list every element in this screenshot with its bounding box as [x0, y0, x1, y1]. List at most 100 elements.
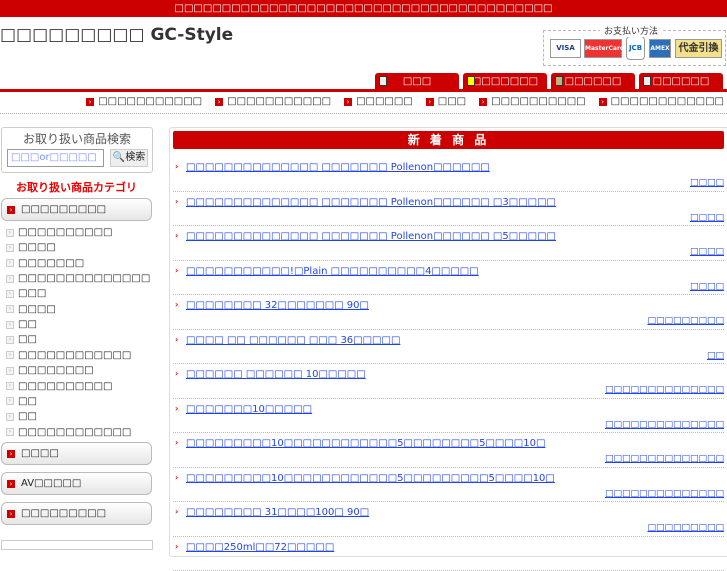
subcategory-link[interactable]: ›□□□□	[6, 304, 56, 315]
arrow-icon: ›	[175, 369, 178, 378]
arrow-icon: ›	[6, 413, 14, 421]
document-icon	[555, 76, 563, 86]
product-category-link[interactable]: □□□□□□□□□□□□□□	[605, 454, 724, 464]
mastercard-icon: MasterCard	[584, 39, 622, 58]
category-label: □□□□	[21, 448, 59, 459]
product-category-link[interactable]: □□□□□□□□□□□□□□	[605, 489, 724, 499]
product-list-item: ›□□□□□□□□□□□□□□ □□□□□□□ Pollenon□□□□□□ □…	[173, 192, 724, 227]
calendar-icon	[643, 76, 651, 86]
product-category-link[interactable]: □□□□□□□□□	[647, 523, 724, 533]
subcategory-link[interactable]: ›□□□□□□□□□□□□□□	[6, 273, 150, 284]
search-button-label: 検索	[125, 152, 145, 163]
arrow-icon: ›	[6, 367, 14, 375]
search-input[interactable]: □□□or□□□□□	[7, 149, 104, 167]
subcategory-label: □□□□□□□□	[18, 365, 94, 376]
arrow-icon: ›	[6, 259, 14, 267]
arrow-icon: ›	[175, 404, 178, 413]
arrow-icon: ›	[7, 510, 15, 518]
subcategory-link[interactable]: ›□□□□□□□□□□	[6, 381, 112, 392]
product-category-link[interactable]: □□	[707, 351, 724, 361]
jcb-card-icon: JCB	[626, 36, 645, 60]
subnav-link[interactable]: ›□□□□□□□□□□□□	[599, 96, 724, 107]
tab-4[interactable]: □□□□□□	[639, 73, 723, 90]
subnav-link[interactable]: ›□□□□□□□□□□	[479, 96, 585, 107]
arrow-icon: ›	[6, 321, 14, 329]
subnav-label: □□□□□□□□□□□	[227, 96, 331, 107]
subnav-link[interactable]: ›□□□	[426, 96, 466, 107]
subcategory-label: □□	[18, 396, 37, 407]
subnav-link[interactable]: ›□□□□□□□□□□□	[215, 96, 331, 107]
product-link[interactable]: □□□□□□□□□10□□□□□□□□□□□□5□□□□□□□□5□□□□10□	[186, 438, 545, 449]
product-link[interactable]: □□□□□□□□□□□!□Plain □□□□□□□□□□4□□□□□	[186, 266, 479, 277]
product-link[interactable]: □□□□□□□□□□□□□□ □□□□□□□ Pollenon□□□□□□ □3…	[186, 197, 556, 208]
product-category-link[interactable]: □□□□	[690, 213, 724, 223]
arrow-icon: ›	[6, 351, 14, 359]
subcategory-link[interactable]: › □□□□□□□□□□□□	[6, 350, 131, 361]
category-button[interactable]: › □□□□□□□□□	[1, 502, 152, 525]
subcategory-label: □□	[18, 334, 37, 345]
tab-2[interactable]: □□□□□□□	[463, 73, 547, 90]
subcategory-label: □□□□	[18, 242, 56, 253]
subcategory-label: □□□□□□□□□□	[18, 381, 112, 392]
arrow-icon: ›	[6, 229, 14, 237]
subcategory-link[interactable]: ›□□	[6, 334, 37, 345]
arrow-icon: ›	[6, 428, 14, 436]
product-link[interactable]: □□□□□□ □□□□□□ 10□□□□□	[186, 369, 366, 380]
subcategory-link[interactable]: ›□□□□	[6, 242, 56, 253]
product-category-link[interactable]: □□□□□□□□□□□□□□	[605, 420, 724, 430]
subnav-label: □□□□□□□□□□□□	[611, 96, 724, 107]
tab-label: □□□□□□□	[472, 76, 538, 87]
product-category-link[interactable]: □□□□□□□□□□□□□□	[605, 385, 724, 395]
category-button[interactable]: ›□□□□	[1, 442, 152, 465]
subcategory-link[interactable]: ›□□□□□□□□□□□□	[6, 427, 131, 438]
subcategory-link[interactable]: ›□□□	[6, 288, 46, 299]
subcategory-label: □□□□	[18, 304, 56, 315]
subcategory-label: □□□□□□□□□□□□	[18, 350, 131, 361]
visa-card-icon: VISA	[550, 39, 581, 58]
product-list-item: › □□□□□□□□□□□□□□ □□□□□□□ Pollenon□□□□□□ □…	[173, 226, 724, 261]
product-category-link[interactable]: □□□□	[690, 282, 724, 292]
arrow-icon: ›	[175, 438, 178, 447]
tab-1[interactable]: □□□	[375, 73, 459, 90]
product-category-link[interactable]: □□□□	[690, 247, 724, 257]
category-label: □□□□□□□□□	[21, 508, 106, 519]
site-title[interactable]: □□□□□□□□□ GC-Style	[0, 25, 233, 45]
subcategory-label: □□	[18, 411, 37, 422]
product-link[interactable]: □□□□□□□□□□□□□□ □□□□□□□ Pollenon□□□□□□	[186, 162, 490, 173]
arrow-icon: ›	[175, 231, 178, 240]
subnav-link[interactable]: ›□□□□□□□□□□□	[86, 96, 202, 107]
top-announcement-bar: □□□□□□□□□□□□□□□□□□□□□□□□□□□□□□□□□□□□□□□□	[0, 0, 727, 17]
product-list-item: › □□□□□□□10□□□□□ □□□□□□□□□□□□□□	[173, 399, 724, 434]
product-category-link[interactable]: □□□□□□□□□	[647, 316, 724, 326]
tab-label: □□□□□□	[565, 76, 622, 87]
product-link[interactable]: □□□□□□□□ 32□□□□□□□ 90□	[186, 300, 369, 311]
new-arrivals-panel: 新 着 商 品 ›□□□□□□□□□□□□□□ □□□□□□□ Pollenon…	[169, 127, 727, 557]
subcategory-label: □□□□□□□	[18, 258, 84, 269]
product-link[interactable]: □□□□□□□10□□□□□	[186, 404, 312, 415]
product-link[interactable]: □□□□□□□□□□□□□□ □□□□□□□ Pollenon□□□□□□ □5…	[186, 231, 556, 242]
subcategory-link[interactable]: › □□□□□□□	[6, 258, 84, 269]
category-label: □□□□□□□□□	[21, 204, 106, 215]
arrow-icon: ›	[7, 480, 15, 488]
arrow-icon: ›	[175, 542, 178, 551]
product-list-item: ›□□□□□□□□□□□!□Plain □□□□□□□□□□4□□□□□□□□□	[173, 261, 724, 296]
product-category-link[interactable]: □□□□	[690, 178, 724, 188]
cash-on-delivery-icon: 代金引換	[675, 39, 722, 58]
beginner-icon	[467, 76, 475, 86]
subnav-link[interactable]: ›□□□□□□	[344, 96, 413, 107]
product-link[interactable]: □□□□ □□ □□□□□□ □□□ 36□□□□□	[186, 335, 400, 346]
product-link[interactable]: □□□□250ml□□72□□□□□	[186, 542, 334, 553]
product-list-item: ›□□□□ □□ □□□□□□ □□□ 36□□□□□□□	[173, 330, 724, 365]
subcategory-link[interactable]: ›□□	[6, 319, 37, 330]
subcategory-link[interactable]: ›□□	[6, 396, 37, 407]
search-button[interactable]: 🔍検索	[110, 149, 148, 167]
subcategory-link[interactable]: › □□	[6, 411, 37, 422]
category-button[interactable]: ›□□□□□□□□□	[1, 198, 152, 221]
arrow-icon: ›	[175, 300, 178, 309]
product-link[interactable]: □□□□□□□□ 31□□□□100□ 90□	[186, 507, 369, 518]
category-button[interactable]: ›AV□□□□□	[1, 472, 152, 495]
product-link[interactable]: □□□□□□□□□10□□□□□□□□□□□□5□□□□□□□□□5□□□□10…	[186, 473, 555, 484]
subcategory-link[interactable]: › □□□□□□□□	[6, 365, 94, 376]
tab-3[interactable]: □□□□□□	[551, 73, 635, 90]
subcategory-link[interactable]: ›□□□□□□□□□□	[6, 227, 112, 238]
